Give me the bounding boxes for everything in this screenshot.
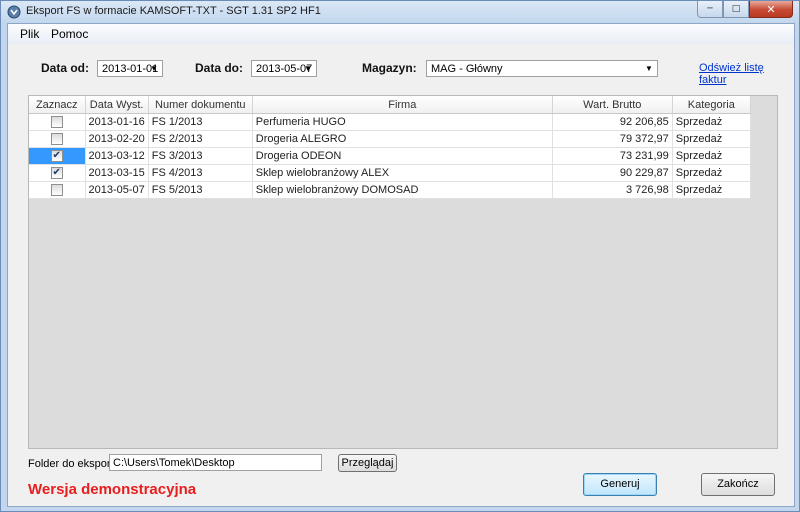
row-select-cell[interactable]: ✔	[29, 164, 86, 182]
cell-gross: 79 372,97	[552, 130, 673, 148]
cell-company: Sklep wielobranżowy DOMOSAD	[252, 181, 553, 199]
date-from-picker[interactable]: 2013-01-01 ▼	[97, 60, 163, 77]
cell-number: FS 5/2013	[148, 181, 253, 199]
cell-category: Sprzedaż	[672, 181, 751, 199]
table-row[interactable]: 2013-02-20 FS 2/2013 Drogeria ALEGRO 79 …	[29, 130, 751, 148]
cell-company: Drogeria ALEGRO	[252, 130, 553, 148]
column-header-number[interactable]: Numer dokumentu	[148, 96, 253, 114]
cell-gross: 73 231,99	[552, 147, 673, 165]
warehouse-label: Magazyn:	[362, 61, 417, 75]
chevron-down-icon[interactable]: ▼	[302, 61, 314, 76]
exit-button[interactable]: Zakończ	[701, 473, 775, 496]
row-checkbox[interactable]	[50, 184, 63, 197]
column-header-select[interactable]: Zaznacz	[29, 96, 86, 114]
refresh-invoices-link[interactable]: Odśwież listę faktur	[699, 62, 794, 86]
date-to-picker[interactable]: 2013-05-07 ▼	[251, 60, 317, 77]
maximize-icon[interactable]: □	[723, 1, 749, 18]
row-select-cell[interactable]: ✔	[29, 147, 86, 165]
cell-date: 2013-03-15	[85, 164, 149, 182]
chevron-down-icon[interactable]: ▼	[148, 61, 160, 76]
cell-category: Sprzedaż	[672, 113, 751, 131]
export-folder-input[interactable]: C:\Users\Tomek\Desktop	[109, 454, 322, 471]
filter-panel: Data od: 2013-01-01 ▼ Data do: 2013-05-0…	[8, 44, 794, 94]
cell-company: Drogeria ODEON	[252, 147, 553, 165]
menu-help[interactable]: Pomoc	[51, 27, 88, 41]
row-select-cell[interactable]	[29, 130, 86, 148]
row-checkbox[interactable]: ✔	[50, 150, 63, 163]
date-from-label: Data od:	[41, 61, 89, 75]
demo-version-label: Wersja demonstracyjna	[28, 481, 197, 498]
row-checkbox[interactable]	[50, 133, 63, 146]
column-header-gross[interactable]: Wart. Brutto	[552, 96, 673, 114]
cell-category: Sprzedaż	[672, 147, 751, 165]
table-row[interactable]: 2013-01-16 FS 1/2013 Perfumeria HUGO 92 …	[29, 113, 751, 131]
date-to-label: Data do:	[195, 61, 243, 75]
table-row[interactable]: ✔ 2013-03-12 FS 3/2013 Drogeria ODEON 73…	[29, 147, 751, 165]
warehouse-select[interactable]: MAG - Główny ▼	[426, 60, 658, 77]
row-checkbox[interactable]: ✔	[50, 167, 63, 180]
invoice-table: Zaznacz Data Wyst. Numer dokumentu Firma…	[29, 96, 751, 199]
client-area: Plik Pomoc Data od: 2013-01-01 ▼ Data do…	[7, 23, 795, 507]
menu-bar: Plik Pomoc	[8, 24, 794, 44]
cell-gross: 90 229,87	[552, 164, 673, 182]
cell-date: 2013-03-12	[85, 147, 149, 165]
cell-category: Sprzedaż	[672, 130, 751, 148]
cell-number: FS 4/2013	[148, 164, 253, 182]
app-window: Eksport FS w formacie KAMSOFT-TXT - SGT …	[0, 0, 800, 512]
window-controls: ─ □ ✕	[697, 1, 793, 19]
minimize-icon[interactable]: ─	[697, 1, 723, 18]
cell-number: FS 3/2013	[148, 147, 253, 165]
column-header-company[interactable]: Firma	[252, 96, 553, 114]
cell-date: 2013-02-20	[85, 130, 149, 148]
cell-gross: 92 206,85	[552, 113, 673, 131]
app-icon	[7, 5, 21, 19]
browse-button[interactable]: Przeglądaj	[338, 454, 397, 472]
row-checkbox[interactable]	[50, 116, 63, 129]
table-row[interactable]: 2013-05-07 FS 5/2013 Sklep wielobranżowy…	[29, 181, 751, 199]
warehouse-value: MAG - Główny	[431, 63, 503, 75]
menu-file[interactable]: Plik	[20, 27, 39, 41]
cell-category: Sprzedaż	[672, 164, 751, 182]
cell-company: Perfumeria HUGO	[252, 113, 553, 131]
cell-date: 2013-05-07	[85, 181, 149, 199]
column-header-date[interactable]: Data Wyst.	[85, 96, 149, 114]
close-icon[interactable]: ✕	[749, 1, 793, 18]
cell-date: 2013-01-16	[85, 113, 149, 131]
cell-company: Sklep wielobranżowy ALEX	[252, 164, 553, 182]
cell-gross: 3 726,98	[552, 181, 673, 199]
chevron-down-icon[interactable]: ▼	[643, 61, 655, 76]
cell-number: FS 1/2013	[148, 113, 253, 131]
column-header-category[interactable]: Kategoria	[672, 96, 751, 114]
generate-button[interactable]: Generuj	[583, 473, 657, 496]
table-header-row: Zaznacz Data Wyst. Numer dokumentu Firma…	[29, 96, 751, 114]
window-title: Eksport FS w formacie KAMSOFT-TXT - SGT …	[26, 5, 321, 17]
table-row[interactable]: ✔ 2013-03-15 FS 4/2013 Sklep wielobranżo…	[29, 164, 751, 182]
title-bar: Eksport FS w formacie KAMSOFT-TXT - SGT …	[1, 1, 799, 23]
row-select-cell[interactable]	[29, 113, 86, 131]
invoice-grid: Zaznacz Data Wyst. Numer dokumentu Firma…	[28, 95, 778, 449]
cell-number: FS 2/2013	[148, 130, 253, 148]
row-select-cell[interactable]	[29, 181, 86, 199]
